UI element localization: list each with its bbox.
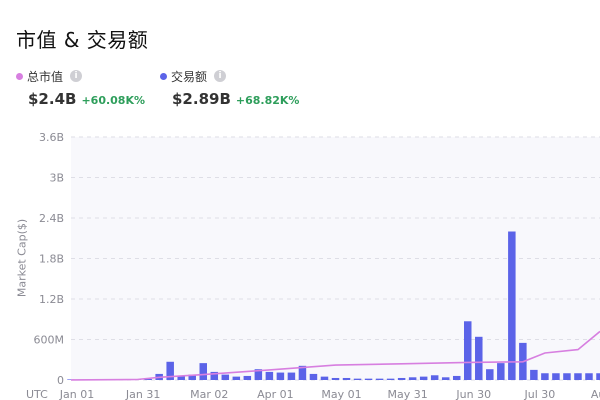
volume-bar [287,372,296,380]
volume-bar [221,374,230,380]
volume-bar [497,363,505,380]
volume-bar [309,373,318,380]
volume-bar [585,373,593,380]
volume-bar [452,375,461,380]
volume-bar [342,377,351,380]
volume-bar [508,231,516,380]
x-tick-label: Apr 01 [257,388,294,400]
volume-bar [563,373,571,380]
x-tick-label: May 01 [321,388,361,400]
volume-bar [530,369,538,380]
volume-bar [430,375,439,380]
volume-bar [541,373,549,380]
volume-bar [353,378,362,380]
volume-bar [408,377,417,380]
volume-bar [596,373,600,380]
volume-bar [320,376,329,380]
volume-bar [331,377,340,380]
volume-bar [386,378,395,380]
volume-bar [475,336,483,380]
volume-bar [419,376,428,380]
volume-bar [199,363,207,380]
volume-bar [552,373,560,380]
x-tick-label: Jan 31 [125,388,160,400]
x-tick-label: May 31 [388,388,428,400]
x-tick-label: Jan 01 [59,388,94,400]
y-tick-label: 1.8B [39,253,64,266]
y-tick-label: 2.4B [39,212,64,225]
volume-bar [486,369,494,380]
y-tick-label: 600M [34,334,65,347]
y-tick-label: 3.6B [39,131,64,144]
y-tick-label: 1.2B [39,293,64,306]
volume-bar [397,377,406,380]
x-axis-timezone-label: UTC [26,388,48,400]
volume-bar [364,378,373,380]
x-tick-label: Mar 02 [190,388,228,400]
volume-bar [441,377,450,380]
x-tick-label: Aug [591,388,600,400]
volume-bar [243,375,252,380]
x-tick-label: Jun 30 [455,388,491,400]
volume-bar [464,321,472,380]
volume-bar [574,373,582,380]
y-tick-label: 0 [57,374,64,387]
chart-plot[interactable]: 0 600M 1.2B 1.8B 2.4B 3B 3.6B UTC Jan 01 Jan 31 Ma… [0,0,600,400]
volume-bar [375,378,384,380]
y-tick-label: 3B [49,172,64,185]
volume-bar [232,376,241,380]
volume-bar [265,371,274,380]
volume-bar [276,372,285,380]
x-tick-label: Jul 30 [523,388,555,400]
